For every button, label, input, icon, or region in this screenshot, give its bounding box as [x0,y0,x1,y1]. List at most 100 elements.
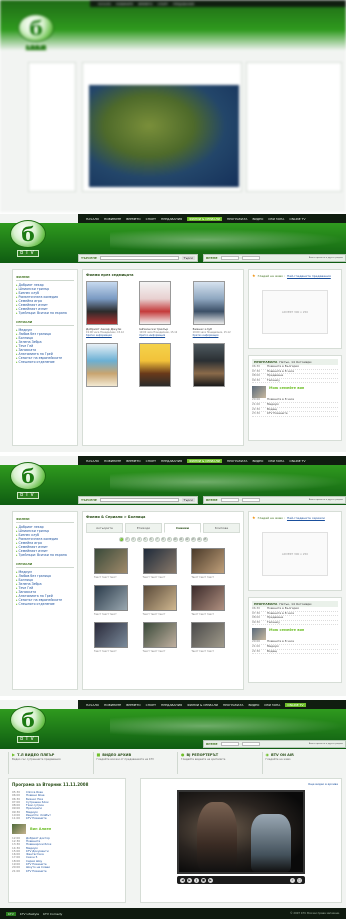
schedule-feature[interactable]: Вин Алиен [12,823,122,834]
nav-item-online-tv[interactable]: ONLINE TV [289,459,305,463]
page-number[interactable]: 2 [124,537,130,542]
page-number[interactable]: 1 [118,537,124,542]
nav-item-shows[interactable]: ПРЕДАВАНИЯ [161,217,182,221]
program-row[interactable]: 22:30 Водещ [252,649,338,655]
search-input[interactable] [99,498,179,502]
nav-item-program[interactable]: ПРОГРАМАТА [227,217,248,221]
photo-image[interactable] [94,622,128,648]
sidebar-item[interactable]: ▸ Спешното отделение [16,602,74,606]
page-number[interactable]: 8 [160,537,166,542]
pause-icon[interactable]: ‖ [194,877,199,883]
stop-icon[interactable]: ■ [201,877,206,883]
page-number[interactable]: 10 [172,537,178,542]
forecast-select[interactable] [241,498,260,502]
movie-poster[interactable] [86,343,118,387]
photo-image[interactable] [142,622,177,648]
nav-item-video[interactable]: ВИДЕО [249,703,260,707]
footer-link[interactable]: bTV Lifestyle [20,912,39,916]
schedule-row[interactable]: 11:00 bTV Новините [12,817,122,821]
tab-actors[interactable]: Актьорите [86,523,123,533]
nav-item[interactable]: СПОРТ [158,2,168,6]
video-player[interactable] [177,790,305,874]
photo-thumb[interactable]: Текст текст текст [142,585,184,616]
tab-photos[interactable]: Снимки [164,523,201,533]
nav-item-online-tv[interactable]: ONLINE TV [289,217,305,221]
footer-link[interactable]: bTV [6,911,16,916]
photo-image[interactable] [191,548,226,574]
page-number[interactable]: 7 [154,537,160,542]
section-video-archive[interactable]: ■ ВИДЕО АРХИВ Гледайте всички от предаван… [92,752,174,774]
weather-link[interactable]: Вижте времето в други градове [309,257,343,259]
nav-item-movies[interactable]: ФИЛМИ & СЕРИАЛИ [187,458,222,463]
forward-icon[interactable]: ▶ [208,877,213,883]
nav-item-sport[interactable]: СПОРТ [146,703,156,707]
photo-image[interactable] [142,585,177,611]
movie-card[interactable] [86,343,133,387]
weather-link[interactable]: Вижте времето в други градове [309,743,343,745]
page-number[interactable]: 15 [202,537,208,542]
movie-info-link[interactable]: Кратко информация [193,334,240,337]
nav-item[interactable]: ВРЕМЕТО [138,2,152,6]
sidebar-item[interactable]: ▸ Трейлъри: Всички на екрана [16,553,74,557]
section-on-air[interactable]: ◉ BTV ON AIR Гледайте на живо [261,752,343,774]
forecast-select[interactable] [241,256,260,260]
page-number[interactable]: 6 [148,537,154,542]
program-feature[interactable]: Мою семейте вин [252,386,338,399]
nav-item-weather[interactable]: ВРЕМЕТО [126,459,140,463]
movie-poster[interactable] [139,281,172,325]
section-reporter[interactable]: ● BJ РЕПОРТЕРЪТ Гледайте видеата на зрите… [177,752,258,774]
program-row[interactable]: 09:30 Телешоу [252,620,338,626]
sidebar-item[interactable]: ▸ Спешното отделение [16,360,74,364]
nav-item-home[interactable]: НАЧАЛО [86,703,99,707]
nav-item-video[interactable]: ВИДЕО [253,217,264,221]
movie-card[interactable]: Бизнес клуб 19:00 часа Понеделник, 15.12… [192,281,240,337]
archive-link[interactable]: Още видео в архива [308,782,338,786]
nav-item-izi-zone[interactable]: ИЗИ ЗОНА [264,703,280,707]
nav-item-news[interactable]: НОВИНИТЕ [104,459,121,463]
movie-poster[interactable] [86,281,118,325]
nav-item-home[interactable]: НАЧАЛО [86,459,99,463]
nav-item-home[interactable]: НАЧАЛО [86,217,99,221]
nav-item-sport[interactable]: СПОРТ [146,217,156,221]
photo-image[interactable] [191,585,226,611]
tab-clips[interactable]: Клипове [203,523,240,533]
photo-image[interactable] [94,585,128,611]
nav-item-sport[interactable]: СПОРТ [146,459,156,463]
nav-item[interactable]: НОВИНИТЕ [116,2,133,6]
program-row[interactable]: 23:30 bTV Новините [252,412,338,417]
movie-poster[interactable] [192,281,225,325]
fullscreen-icon[interactable]: □ [297,877,302,883]
search-input[interactable] [99,256,179,260]
city-select[interactable] [220,498,239,502]
nav-item-movies[interactable]: ФИЛМИ & СЕРИАЛИ [187,703,218,707]
advert-banner[interactable]: ADVERT 300 x 250 [262,532,328,576]
footer-link[interactable]: bTV Comedy [43,912,62,916]
nav-item-weather[interactable]: ВРЕМЕТО [126,217,140,221]
photo-thumb[interactable]: Текст текст текст [191,548,232,579]
movie-card[interactable]: Шпионски трилър 19:00 часа Понеделник, 1… [139,281,186,337]
page-number[interactable]: 4 [136,537,142,542]
nav-item-video[interactable]: ВИДЕО [253,459,264,463]
btv-logo[interactable]: б bTV [10,706,46,744]
program-row[interactable]: 09:30 Телешоу [252,378,338,384]
photo-image[interactable] [191,622,226,648]
page-number[interactable]: 14 [196,537,202,542]
nav-item-news[interactable]: НОВИНИТЕ [104,217,121,221]
nav-item-shows[interactable]: ПРЕДАВАНИЯ [161,459,182,463]
btv-logo[interactable]: б bTV [18,14,54,52]
weather-map[interactable] [89,85,239,187]
photo-thumb[interactable]: Текст текст текст [94,622,135,653]
section-video-player[interactable]: ▶ Т.Л ВИДЕО ПЛЕЪР Видео със сутрешните пр… [8,752,89,774]
photo-thumb[interactable]: Текст текст текст [94,585,135,616]
play-icon[interactable]: ▶ [187,877,192,883]
advert-banner[interactable]: ADVERT 300 x 250 [262,290,328,334]
breadcrumb[interactable]: Филми & Сериали > Болница [86,515,240,519]
page-number[interactable]: 3 [130,537,136,542]
movie-info-link[interactable]: Кратко информация [86,334,133,337]
nav-item-news[interactable]: НОВИНИТЕ [104,703,121,707]
volume-icon[interactable]: ♪ [290,877,295,883]
page-number[interactable]: 12 [184,537,190,542]
btv-logo[interactable]: б bTV [10,220,46,258]
nav-item-izi-zone[interactable]: ИЗИ ЗОНА [268,217,284,221]
photo-thumb[interactable]: Текст текст текст [142,622,184,653]
